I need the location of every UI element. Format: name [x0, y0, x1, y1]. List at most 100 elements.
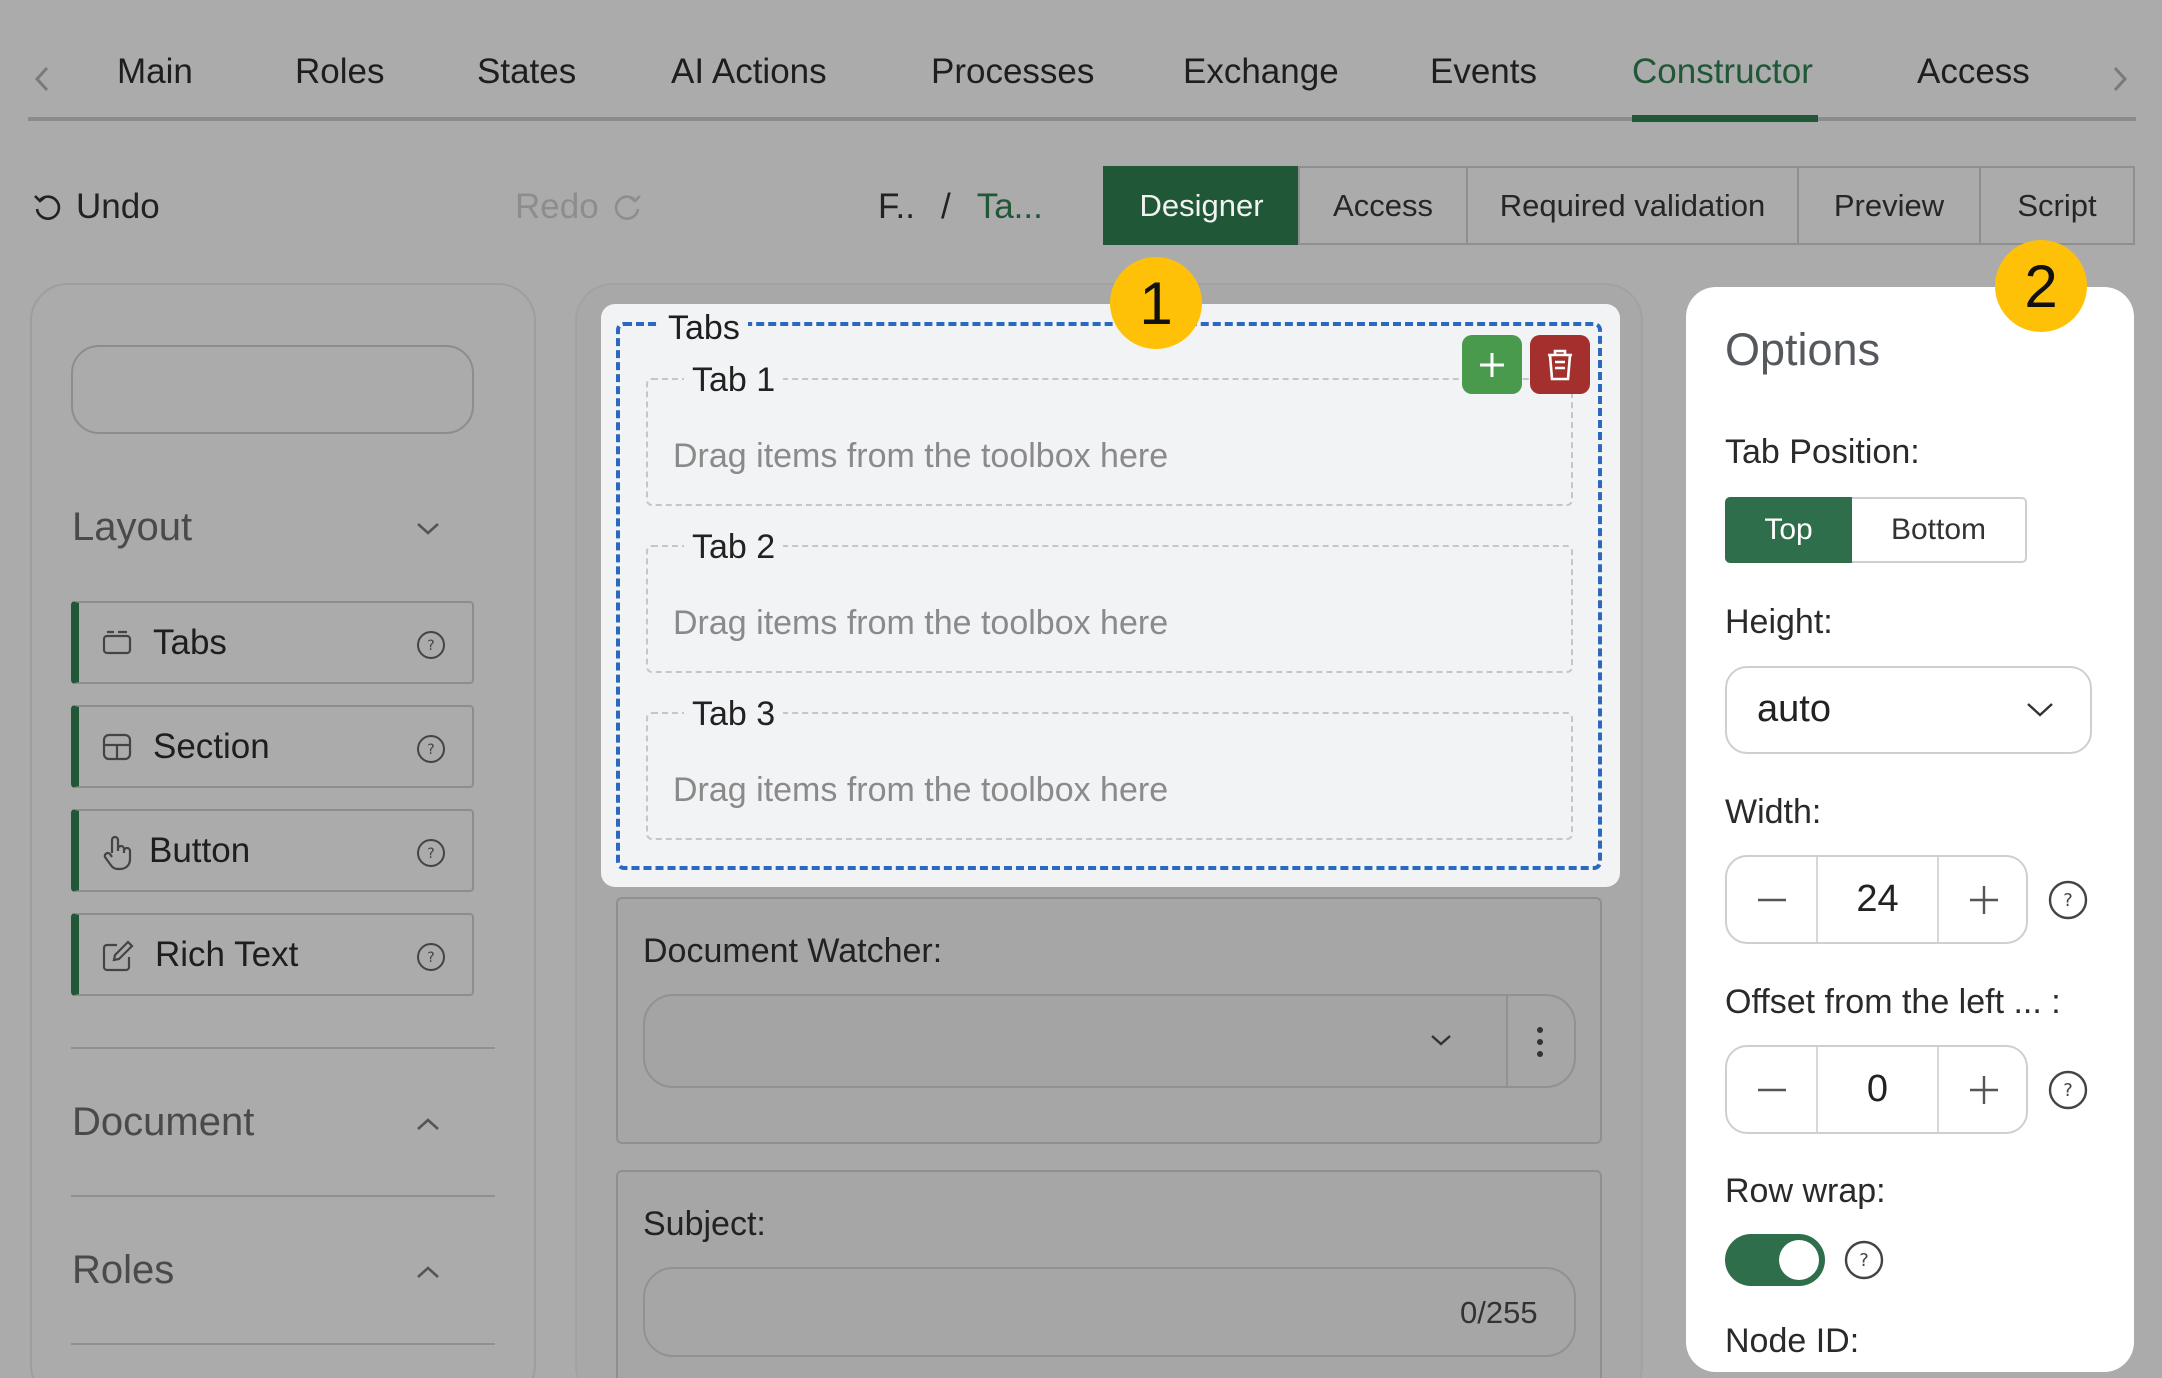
- svg-text:?: ?: [427, 742, 434, 758]
- chevron-up-icon[interactable]: [414, 1263, 442, 1281]
- help-icon[interactable]: ?: [2047, 1069, 2089, 1111]
- svg-text:?: ?: [2063, 890, 2073, 911]
- toolbox-item-label: Button: [149, 830, 251, 870]
- section-icon: [101, 731, 133, 763]
- help-icon[interactable]: ?: [1843, 1239, 1885, 1281]
- decrement-button[interactable]: [1727, 1047, 1816, 1132]
- offset-input[interactable]: 0: [1818, 1047, 1937, 1132]
- offset-label: Offset from the left ... :: [1725, 983, 2061, 1021]
- mode-required-validation-button[interactable]: Required validation: [1466, 166, 1799, 245]
- trash-icon: [1543, 347, 1577, 383]
- redo-icon: [613, 192, 643, 222]
- nav-tab-ai-actions[interactable]: AI Actions: [671, 52, 827, 92]
- toolbox-item-section[interactable]: Section ?: [71, 705, 474, 788]
- help-icon[interactable]: ?: [2047, 879, 2089, 921]
- mode-designer-button[interactable]: Designer: [1103, 166, 1300, 245]
- chevron-up-icon[interactable]: [414, 1115, 442, 1133]
- toolbox-item-label: Section: [153, 726, 270, 766]
- nav-active-indicator: [1632, 115, 1818, 122]
- width-stepper: 24: [1725, 855, 2028, 944]
- decrement-button[interactable]: [1727, 857, 1816, 942]
- redo-label: Redo: [515, 187, 599, 226]
- svg-text:?: ?: [2063, 1080, 2073, 1101]
- plus-icon: [1969, 885, 1998, 914]
- increment-button[interactable]: [1939, 1047, 2028, 1132]
- help-icon[interactable]: ?: [415, 837, 447, 869]
- increment-button[interactable]: [1939, 857, 2028, 942]
- dropzone-hint: Drag items from the toolbox here: [673, 437, 1169, 475]
- dropzone-hint: Drag items from the toolbox here: [673, 771, 1169, 809]
- nav-tab-main[interactable]: Main: [117, 52, 193, 92]
- nav-next-arrow[interactable]: [2110, 64, 2130, 94]
- mode-script-button[interactable]: Script: [1979, 166, 2135, 245]
- toolbox-item-label: Rich Text: [155, 934, 299, 974]
- plus-icon: [1969, 1075, 1998, 1104]
- tabs-icon: [101, 627, 133, 659]
- nav-tab-roles[interactable]: Roles: [295, 52, 384, 92]
- height-label: Height:: [1725, 603, 1833, 641]
- nav-tab-events[interactable]: Events: [1430, 52, 1537, 92]
- chevron-down-icon[interactable]: [1428, 1032, 1454, 1050]
- help-icon[interactable]: ?: [415, 941, 447, 973]
- character-counter: 0/255: [1460, 1295, 1538, 1330]
- document-watcher-select[interactable]: [643, 994, 1508, 1088]
- breadcrumb-current[interactable]: Ta...: [977, 187, 1043, 227]
- subject-input[interactable]: [643, 1267, 1576, 1357]
- undo-icon: [32, 192, 62, 222]
- dropzone-hint: Drag items from the toolbox here: [673, 604, 1169, 642]
- toolbox-item-button[interactable]: Button ?: [71, 809, 474, 892]
- svg-text:?: ?: [427, 846, 434, 862]
- tab-position-bottom-button[interactable]: Bottom: [1852, 497, 2027, 563]
- nav-tab-processes[interactable]: Processes: [931, 52, 1094, 92]
- document-section-title[interactable]: Document: [72, 1100, 254, 1145]
- help-icon[interactable]: ?: [415, 733, 447, 765]
- options-title: Options: [1725, 324, 1881, 375]
- roles-section-title[interactable]: Roles: [72, 1248, 174, 1293]
- tab-position-label: Tab Position:: [1725, 433, 1920, 471]
- breadcrumb-first[interactable]: F..: [878, 187, 915, 227]
- plus-icon: [1475, 348, 1509, 382]
- chevron-down-icon[interactable]: [414, 520, 442, 538]
- nav-prev-arrow[interactable]: [32, 64, 52, 94]
- row-wrap-toggle[interactable]: [1725, 1234, 1825, 1286]
- tab-position-top-button[interactable]: Top: [1725, 497, 1852, 563]
- tab-title: Tab 3: [684, 695, 784, 734]
- breadcrumb: F.. / Ta...: [878, 186, 1043, 228]
- edit-icon: [101, 939, 135, 973]
- layout-section-title[interactable]: Layout: [72, 505, 192, 550]
- nav-tab-access[interactable]: Access: [1917, 52, 2030, 92]
- offset-stepper: 0: [1725, 1045, 2028, 1134]
- toolbox-search-input[interactable]: [71, 345, 474, 434]
- svg-text:?: ?: [427, 950, 434, 966]
- delete-component-button[interactable]: [1530, 335, 1590, 394]
- height-value: auto: [1757, 688, 1831, 730]
- undo-label: Undo: [76, 187, 160, 226]
- mode-access-button[interactable]: Access: [1298, 166, 1468, 245]
- tabs-component-label: Tabs: [660, 309, 748, 348]
- tab-title: Tab 1: [684, 361, 784, 400]
- toolbox-divider: [71, 1047, 495, 1049]
- width-input[interactable]: 24: [1818, 857, 1937, 942]
- kebab-icon: [1536, 1026, 1544, 1058]
- callout-badge-2: 2: [1995, 240, 2087, 332]
- undo-button[interactable]: Undo: [32, 186, 160, 228]
- add-tab-button[interactable]: [1462, 335, 1522, 394]
- breadcrumb-separator: /: [940, 187, 951, 226]
- toolbox-item-rich-text[interactable]: Rich Text ?: [71, 913, 474, 996]
- nav-tab-exchange[interactable]: Exchange: [1183, 52, 1339, 92]
- redo-button[interactable]: Redo: [515, 186, 643, 228]
- tab-title: Tab 2: [684, 528, 784, 567]
- toolbox-divider: [71, 1195, 495, 1197]
- minus-icon: [1757, 898, 1786, 902]
- width-label: Width:: [1725, 793, 1822, 831]
- mode-preview-button[interactable]: Preview: [1797, 166, 1981, 245]
- more-options-button[interactable]: [1506, 994, 1576, 1088]
- nav-tab-constructor[interactable]: Constructor: [1632, 52, 1813, 92]
- chevron-down-icon[interactable]: [2025, 700, 2055, 720]
- hand-pointer-icon: [101, 835, 133, 871]
- toolbox-item-tabs[interactable]: Tabs ?: [71, 601, 474, 684]
- svg-text:?: ?: [427, 638, 434, 654]
- nav-tab-states[interactable]: States: [477, 52, 576, 92]
- row-wrap-label: Row wrap:: [1725, 1172, 1886, 1210]
- help-icon[interactable]: ?: [415, 629, 447, 661]
